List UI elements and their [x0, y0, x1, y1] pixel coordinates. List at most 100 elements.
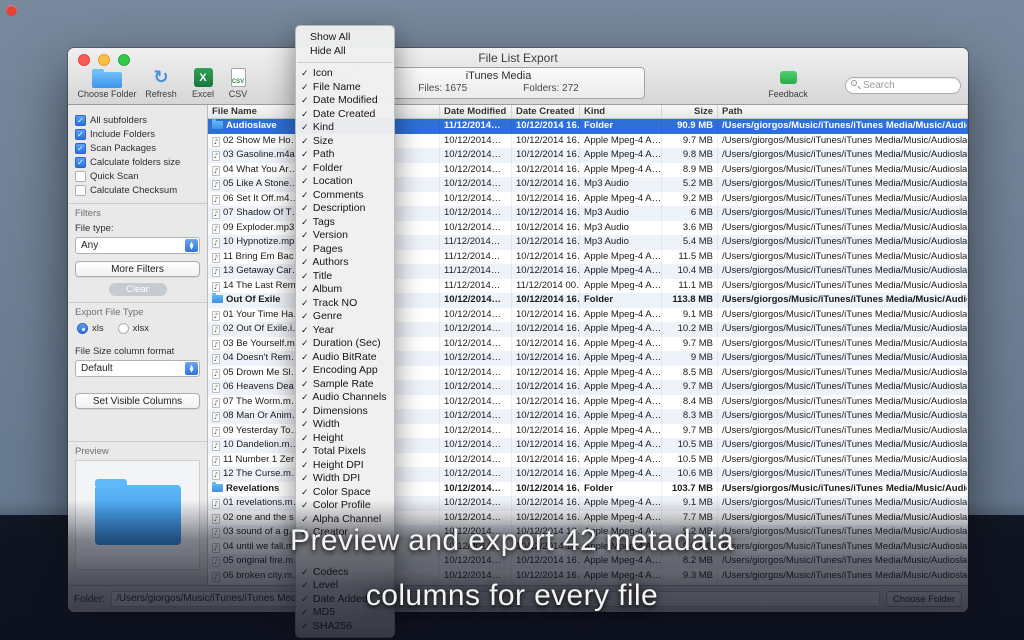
music-file-icon	[212, 166, 220, 176]
sidebar-checkbox[interactable]: Calculate folders size	[75, 155, 200, 169]
export-type-radio[interactable]: xls	[77, 323, 104, 334]
music-file-icon	[212, 282, 220, 292]
column-header-size[interactable]: Size	[662, 105, 718, 118]
column-menu-item[interactable]: ✓ Icon	[296, 67, 394, 81]
column-menu-item[interactable]: ✓ Tags	[296, 216, 394, 230]
column-header-path[interactable]: Path	[718, 105, 968, 118]
column-menu-item[interactable]: ✓ Kind	[296, 121, 394, 135]
column-header-date-modified[interactable]: Date Modified	[440, 105, 512, 118]
size-cell: 5.2 MB	[662, 177, 718, 192]
column-menu-item[interactable]: ✓ Version	[296, 229, 394, 243]
column-menu-item[interactable]: ✓ Location	[296, 175, 394, 189]
music-file-icon	[212, 151, 220, 161]
checkbox-icon[interactable]	[75, 171, 86, 182]
column-menu-item[interactable]: ✓ Comments	[296, 189, 394, 203]
column-menu-item[interactable]: ✓ Total Pixels	[296, 445, 394, 459]
column-menu-item[interactable]: ✓ Pages	[296, 243, 394, 257]
date-created-cell: 10/12/2014 16…	[512, 134, 580, 149]
refresh-button[interactable]: ↻ Refresh	[141, 67, 181, 99]
column-menu-item[interactable]: ✓ Dimensions	[296, 405, 394, 419]
column-menu-item[interactable]: ✓ Size	[296, 135, 394, 149]
size-cell: 9.2 MB	[662, 525, 718, 540]
folder-path-field[interactable]: /Users/giorgos/Music/iTunes/iTunes Med	[111, 591, 880, 607]
column-menu-item[interactable]: ✓ Genre	[296, 310, 394, 324]
choose-folder-footer-button[interactable]: Choose Folder	[886, 591, 962, 607]
column-menu-item[interactable]: ✓ Codecs	[296, 566, 394, 580]
checkbox-icon[interactable]	[75, 129, 86, 140]
set-visible-columns-button[interactable]: Set Visible Columns	[75, 393, 200, 409]
kind-cell: Apple Mpeg-4 A…	[580, 453, 662, 468]
more-filters-button[interactable]: More Filters	[75, 261, 200, 277]
checkbox-icon[interactable]	[75, 143, 86, 154]
column-menu-item[interactable]: ✓ Date Modified	[296, 94, 394, 108]
column-menu-item[interactable]: ✓ Authors	[296, 256, 394, 270]
column-menu-item[interactable]: ✓ Duration (Sec)	[296, 337, 394, 351]
column-menu-item[interactable]: ✓ Title	[296, 270, 394, 284]
sidebar-checkbox[interactable]: All subfolders	[75, 113, 200, 127]
column-menu-item[interactable]: ✓ Audio Channels	[296, 391, 394, 405]
column-menu-item[interactable]: ✓ Width DPI	[296, 472, 394, 486]
column-menu-item[interactable]: ✓ Path	[296, 148, 394, 162]
feedback-button[interactable]: Feedback	[763, 67, 813, 99]
column-menu-item[interactable]: ✓ Description	[296, 202, 394, 216]
checkmark-icon: ✓	[301, 325, 310, 338]
size-format-dropdown[interactable]: Default ▲▼	[75, 360, 200, 377]
date-modified-cell: 10/12/2014…	[440, 293, 512, 308]
column-menu-item[interactable]: ✓ Encoding App	[296, 364, 394, 378]
export-type-radio[interactable]: xlsx	[118, 323, 149, 334]
column-menu-item[interactable]: ✓ Folder	[296, 162, 394, 176]
column-menu-item[interactable]: ✓ Date Created	[296, 108, 394, 122]
menu-item-show-all[interactable]: Show All	[296, 31, 394, 45]
folder-preview-icon	[95, 485, 181, 545]
column-menu-item[interactable]: ✓ Date Added	[296, 593, 394, 607]
music-file-icon	[212, 180, 220, 190]
checkbox-icon[interactable]	[75, 157, 86, 168]
date-created-cell: 10/12/2014 16…	[512, 250, 580, 265]
sidebar-checkbox[interactable]: Quick Scan	[75, 169, 200, 183]
column-menu-item[interactable]: ✓ Album	[296, 283, 394, 297]
sidebar-checkbox[interactable]: Scan Packages	[75, 141, 200, 155]
column-menu-item[interactable]: ✓ File Name	[296, 81, 394, 95]
column-menu-item[interactable]: ✓ Color Profile	[296, 499, 394, 513]
choose-folder-button[interactable]: Choose Folder	[76, 67, 138, 99]
column-menu-item[interactable]: ✓ Alpha Channel	[296, 513, 394, 527]
checkbox-icon[interactable]	[75, 115, 86, 126]
music-file-icon	[212, 427, 220, 437]
kind-cell: Apple Mpeg-4 A…	[580, 322, 662, 337]
column-menu-item[interactable]: ✓ Height DPI	[296, 459, 394, 473]
sidebar-checkbox[interactable]: Calculate Checksum	[75, 183, 200, 197]
column-menu-item[interactable]: ✓ MD5	[296, 606, 394, 620]
csv-export-button[interactable]: CSV CSV	[218, 67, 258, 99]
column-header-date-created[interactable]: Date Created	[512, 105, 580, 118]
size-cell: 3.6 MB	[662, 221, 718, 236]
date-modified-cell: 10/12/2014…	[440, 206, 512, 221]
file-type-dropdown[interactable]: Any ▲▼	[75, 237, 200, 254]
checkmark-icon: ✓	[301, 433, 310, 446]
search-input[interactable]	[845, 77, 961, 94]
path-cell: /Users/giorgos/Music/iTunes/iTunes Media…	[718, 525, 968, 540]
checkbox-icon[interactable]	[75, 185, 86, 196]
column-menu-item[interactable]: ✓ Color Space	[296, 486, 394, 500]
column-menu-item[interactable]: ✓ Sample Rate	[296, 378, 394, 392]
sidebar: All subfolders Include Folders Scan Pack…	[68, 105, 208, 585]
column-header-kind[interactable]: Kind	[580, 105, 662, 118]
column-menu-item[interactable]: ✓ Width	[296, 418, 394, 432]
radio-icon[interactable]	[118, 323, 129, 334]
date-created-cell: 10/12/2014 16…	[512, 409, 580, 424]
column-menu-item[interactable]: ✓ Creator	[296, 526, 394, 540]
menu-item-hide-all[interactable]: Hide All	[296, 45, 394, 59]
column-menu-item[interactable]: ✓ SHA256	[296, 620, 394, 634]
clear-button[interactable]: Clear	[109, 283, 167, 296]
column-menu-item[interactable]: ✓ Track NO	[296, 297, 394, 311]
column-menu-item[interactable]: ✓ Audio BitRate	[296, 351, 394, 365]
path-cell: /Users/giorgos/Music/iTunes/iTunes Media…	[718, 482, 968, 497]
radio-icon[interactable]	[77, 323, 88, 334]
music-file-icon	[212, 369, 220, 379]
column-menu-item[interactable]: ✓ Height	[296, 432, 394, 446]
column-menu-item[interactable]: ✓ Year	[296, 324, 394, 338]
size-cell: 10.5 MB	[662, 438, 718, 453]
toolbar: Choose Folder ↻ Refresh X Excel CSV CSV …	[68, 65, 968, 105]
sidebar-checkbox[interactable]: Include Folders	[75, 127, 200, 141]
column-menu-item[interactable]: ✓ Level	[296, 579, 394, 593]
excel-export-button[interactable]: X Excel	[183, 67, 223, 99]
